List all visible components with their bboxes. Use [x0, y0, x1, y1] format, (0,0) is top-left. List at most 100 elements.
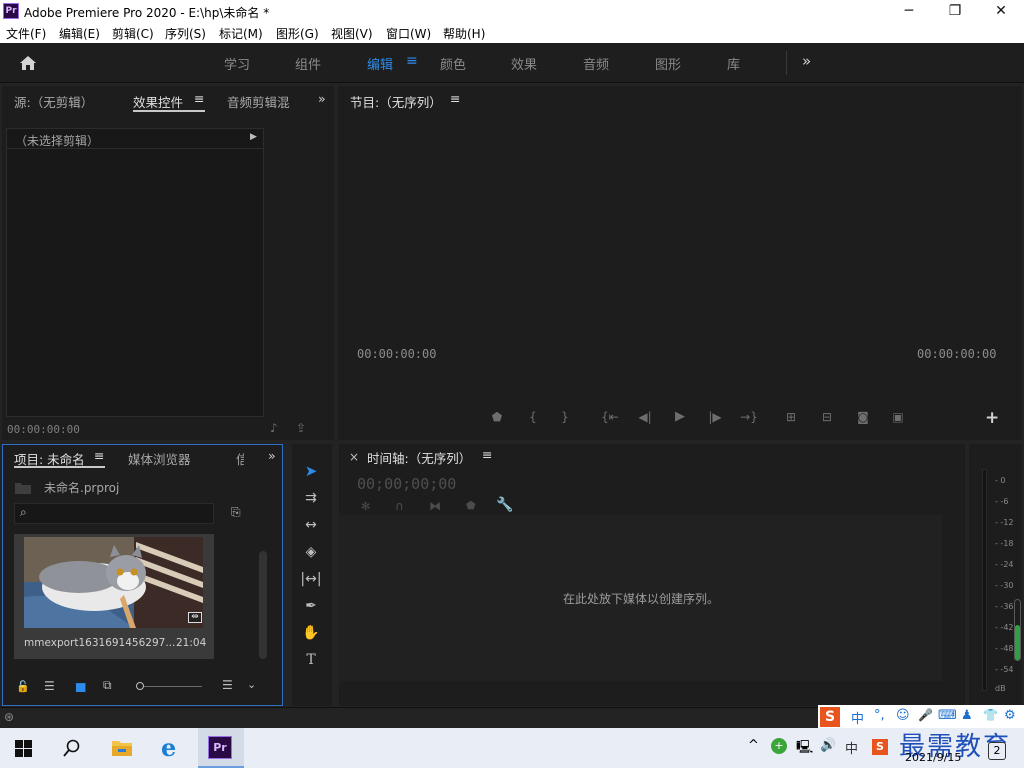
project-menu-icon[interactable]: ≡ — [94, 448, 104, 463]
source-more-icon[interactable]: » — [318, 91, 326, 106]
project-scrollbar[interactable] — [259, 551, 267, 659]
pen-tool-icon[interactable]: ✒ — [298, 595, 324, 617]
icon-view-icon[interactable]: ▅ — [76, 678, 85, 692]
timeline-marker-icon[interactable]: ⬟ — [466, 499, 476, 512]
type-tool-icon[interactable]: T — [298, 649, 324, 671]
tray-ime-indicator[interactable]: 中 — [845, 738, 858, 757]
insert-icon[interactable]: ⊞ — [782, 410, 800, 424]
tab-audio-clip-mixer[interactable]: 音频剪辑混 — [227, 92, 290, 111]
minimize-button[interactable]: ─ — [886, 0, 932, 22]
mark-out-icon[interactable]: } — [556, 410, 574, 424]
zoom-slider-handle[interactable] — [136, 682, 144, 690]
menu-marker[interactable]: 标记(M) — [219, 25, 263, 42]
new-bin-search-icon[interactable]: ⎘ — [231, 505, 241, 520]
file-explorer-icon[interactable] — [111, 738, 133, 757]
tray-sogou-icon[interactable]: S — [872, 739, 888, 755]
freeform-view-icon[interactable]: ⧉ — [103, 678, 112, 693]
selection-tool-icon[interactable]: ➤ — [298, 460, 324, 482]
menu-file[interactable]: 文件(F) — [6, 25, 46, 42]
mark-in-icon[interactable]: { — [524, 410, 542, 424]
close-button[interactable]: ✕ — [978, 0, 1024, 22]
sort-icons-icon[interactable]: ☰ — [222, 678, 233, 692]
timeline-close-icon[interactable]: × — [349, 450, 359, 464]
audio-only-icon[interactable]: ♪ — [270, 421, 278, 435]
taskbar-premiere-active[interactable]: Pr — [198, 728, 244, 768]
workspace-editing[interactable]: 编辑 — [367, 54, 393, 73]
volume-icon[interactable]: 🔊 — [820, 738, 836, 753]
sogou-logo-icon[interactable]: S — [820, 707, 840, 727]
project-more-icon[interactable]: » — [268, 448, 276, 463]
creative-cloud-icon[interactable]: ⊛ — [4, 710, 14, 724]
windows-start-icon[interactable] — [15, 740, 32, 757]
program-timecode-current[interactable]: 00:00:00:00 — [357, 347, 436, 361]
hand-tool-icon[interactable]: ✋ — [298, 622, 324, 644]
slip-tool-icon[interactable]: |↔| — [298, 568, 324, 590]
timeline-drop-area[interactable]: 在此处放下媒体以创建序列。 — [339, 515, 942, 681]
tab-info[interactable]: 信 — [236, 449, 244, 468]
network-icon[interactable]: 🖳 — [796, 738, 813, 760]
list-view-icon[interactable]: ☰ — [44, 679, 55, 693]
ime-user-icon[interactable]: ♟ — [961, 708, 973, 723]
tab-effect-controls[interactable]: 效果控件 — [133, 92, 183, 111]
workspace-assembly[interactable]: 组件 — [295, 54, 321, 73]
timeline-menu-icon[interactable]: ≡ — [482, 447, 492, 462]
more-workspaces-icon[interactable]: » — [802, 52, 811, 70]
step-forward-icon[interactable]: |▶ — [706, 410, 724, 424]
write-enabled-lock-icon[interactable]: 🔓 — [16, 680, 30, 693]
tab-source[interactable]: 源:（无剪辑） — [14, 92, 93, 111]
ime-voice-icon[interactable]: 🎤 — [918, 708, 933, 722]
home-icon[interactable] — [19, 55, 37, 71]
ripple-edit-tool-icon[interactable]: ↔ — [298, 514, 324, 536]
menu-view[interactable]: 视图(V) — [331, 25, 373, 42]
step-back-icon[interactable]: ◀| — [636, 410, 654, 424]
workspace-learn[interactable]: 学习 — [224, 54, 250, 73]
linked-selection-icon[interactable]: ⧓ — [429, 499, 441, 513]
menu-help[interactable]: 帮助(H) — [443, 25, 485, 42]
sort-dropdown-icon[interactable]: ⌄ — [247, 678, 256, 691]
project-clip-item[interactable]: ⇹ mmexport1631691456297... 21:04 — [14, 534, 214, 659]
export-frame-icon[interactable]: ◙ — [854, 410, 872, 424]
effect-controls-menu-icon[interactable]: ≡ — [194, 91, 204, 106]
workspace-menu-icon[interactable]: ≡ — [406, 53, 418, 69]
program-menu-icon[interactable]: ≡ — [450, 91, 460, 106]
menu-edit[interactable]: 编辑(E) — [59, 25, 100, 42]
nest-icon[interactable]: ✻ — [361, 500, 370, 513]
button-editor-add-icon[interactable]: + — [985, 408, 999, 428]
menu-graphics[interactable]: 图形(G) — [276, 25, 319, 42]
maximize-button[interactable]: ❐ — [932, 0, 978, 22]
tray-overflow-icon[interactable]: ^ — [748, 738, 759, 753]
razor-tool-icon[interactable]: ◈ — [298, 541, 324, 563]
comparison-view-icon[interactable]: ▣ — [889, 410, 907, 424]
menu-window[interactable]: 窗口(W) — [386, 25, 431, 42]
ime-keyboard-icon[interactable]: ⌨ — [938, 708, 957, 723]
go-to-out-icon[interactable]: →} — [740, 410, 758, 424]
search-icon[interactable] — [63, 739, 81, 757]
workspace-graphics[interactable]: 图形 — [655, 54, 681, 73]
ime-chinese-mode[interactable]: 中 — [851, 708, 864, 727]
workspace-libraries[interactable]: 库 — [727, 54, 740, 73]
notification-count-badge[interactable]: 2 — [988, 742, 1006, 760]
export-icon[interactable]: ⇪ — [296, 421, 306, 435]
workspace-effects[interactable]: 效果 — [511, 54, 537, 73]
workspace-color[interactable]: 颜色 — [440, 54, 466, 73]
timeline-timecode[interactable]: 00;00;00;00 — [357, 475, 456, 493]
ime-punctuation[interactable]: °, — [874, 708, 885, 723]
workspace-audio[interactable]: 音频 — [583, 54, 609, 73]
expand-arrow-icon[interactable]: ▶ — [250, 132, 257, 142]
wrench-icon[interactable]: 🔧 — [496, 497, 513, 513]
ime-emoji-icon[interactable]: ☺ — [896, 708, 910, 723]
zoom-slider-track[interactable] — [144, 686, 202, 687]
go-to-in-icon[interactable]: {⇤ — [601, 410, 619, 424]
project-search-input[interactable]: ⌕ — [14, 503, 214, 524]
play-icon[interactable]: ▶ — [671, 409, 689, 424]
edge-browser-icon[interactable]: e — [161, 733, 176, 762]
add-marker-icon[interactable]: ⬟ — [488, 410, 506, 424]
tab-media-browser[interactable]: 媒体浏览器 — [128, 449, 191, 468]
overwrite-icon[interactable]: ⊟ — [818, 410, 836, 424]
tray-app-icon[interactable]: + — [771, 738, 787, 754]
ime-settings-icon[interactable]: ⚙ — [1004, 708, 1016, 723]
ime-skin-icon[interactable]: 👕 — [983, 708, 998, 722]
track-select-tool-icon[interactable]: ⇉ — [298, 487, 324, 509]
menu-clip[interactable]: 剪辑(C) — [112, 25, 154, 42]
menu-sequence[interactable]: 序列(S) — [165, 25, 206, 42]
